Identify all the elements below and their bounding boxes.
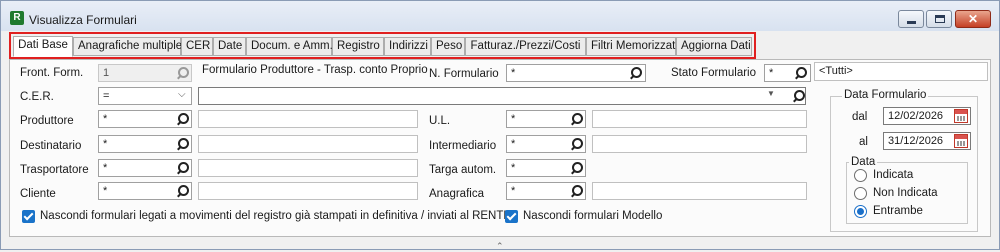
app-window: R Visualizza Formulari ✕ Dati Base Anagr… bbox=[0, 0, 1000, 252]
radio-non-indicata[interactable] bbox=[854, 187, 867, 200]
trasportatore-description bbox=[198, 159, 418, 177]
search-icon[interactable] bbox=[569, 112, 583, 126]
title-bar[interactable]: R Visualizza Formulari ✕ bbox=[1, 1, 999, 31]
search-icon[interactable] bbox=[175, 112, 189, 126]
chevron-down-icon: ⌵ bbox=[178, 89, 186, 100]
cliente-label: Cliente bbox=[20, 188, 56, 200]
window-title: Visualizza Formulari bbox=[29, 13, 137, 27]
radio-non-indicata-label[interactable]: Non Indicata bbox=[873, 187, 938, 199]
tab-registro[interactable]: Registro bbox=[332, 37, 384, 56]
search-icon[interactable] bbox=[569, 137, 583, 151]
search-icon[interactable] bbox=[175, 137, 189, 151]
radio-entrambe-label[interactable]: Entrambe bbox=[873, 205, 923, 217]
targa-label: Targa autom. bbox=[429, 164, 497, 176]
dal-label: dal bbox=[852, 111, 868, 123]
tab-filtri-memorizzati[interactable]: Filtri Memorizzati bbox=[586, 37, 678, 56]
tab-docum-amm[interactable]: Docum. e Amm. bbox=[246, 37, 333, 56]
front-form-label: Front. Form. bbox=[20, 67, 84, 79]
search-icon[interactable] bbox=[175, 161, 189, 175]
search-icon[interactable] bbox=[175, 184, 189, 198]
tab-aggiorna-dati[interactable]: Aggiorna Dati bbox=[676, 37, 752, 56]
ul-label: U.L. bbox=[429, 115, 451, 127]
n-formulario-label: N. Formulario bbox=[429, 68, 499, 80]
maximize-button[interactable] bbox=[926, 10, 952, 28]
hide-modello-label[interactable]: Nascondi formulari Modello bbox=[523, 210, 662, 222]
al-label: al bbox=[859, 136, 868, 148]
app-logo-icon: R bbox=[10, 11, 24, 25]
maximize-icon bbox=[935, 15, 945, 23]
radio-indicata[interactable] bbox=[854, 169, 867, 182]
tab-bar: Dati Base Anagrafiche multiple CER Date … bbox=[9, 32, 756, 59]
produttore-description bbox=[198, 110, 418, 128]
anagrafica-label: Anagrafica bbox=[429, 188, 484, 200]
search-icon[interactable] bbox=[569, 184, 583, 198]
tab-dati-base[interactable]: Dati Base bbox=[13, 36, 73, 57]
search-icon[interactable] bbox=[628, 66, 642, 80]
destinatario-description bbox=[198, 135, 418, 153]
data-group-title: Data bbox=[849, 156, 878, 168]
minimize-button[interactable] bbox=[898, 10, 924, 28]
hide-rentri-checkbox[interactable] bbox=[22, 210, 35, 223]
anagrafica-description bbox=[592, 182, 807, 200]
tab-date[interactable]: Date bbox=[213, 37, 246, 56]
tab-indirizzi[interactable]: Indirizzi bbox=[384, 37, 431, 56]
stato-formulario-label: Stato Formulario bbox=[671, 67, 757, 79]
radio-entrambe[interactable] bbox=[854, 205, 867, 218]
ul-description bbox=[592, 110, 807, 128]
tab-anagrafiche-multiple[interactable]: Anagrafiche multiple bbox=[73, 37, 182, 56]
stato-formulario-description: <Tutti> bbox=[814, 62, 988, 81]
dropdown-arrow-icon[interactable]: ▼ bbox=[767, 89, 775, 98]
search-icon bbox=[175, 66, 189, 80]
cliente-description bbox=[198, 182, 418, 200]
cer-label: C.E.R. bbox=[20, 91, 54, 103]
trasportatore-label: Trasportatore bbox=[20, 164, 89, 176]
produttore-label: Produttore bbox=[20, 115, 74, 127]
hide-modello-checkbox[interactable] bbox=[505, 210, 518, 223]
front-form-description: Formulario Produttore - Trasp. conto Pro… bbox=[202, 64, 428, 76]
hide-rentri-label[interactable]: Nascondi formulari legati a movimenti de… bbox=[40, 210, 515, 222]
calendar-icon[interactable] bbox=[954, 109, 968, 123]
search-icon[interactable] bbox=[793, 66, 807, 80]
tab-peso[interactable]: Peso bbox=[431, 37, 465, 56]
tab-cer[interactable]: CER bbox=[181, 37, 213, 56]
close-icon: ✕ bbox=[968, 12, 979, 26]
calendar-icon[interactable] bbox=[954, 134, 968, 148]
n-formulario-field[interactable]: * bbox=[506, 64, 646, 82]
data-formulario-title: Data Formulario bbox=[842, 89, 929, 101]
minimize-icon bbox=[907, 21, 916, 24]
search-icon[interactable] bbox=[569, 161, 583, 175]
close-button[interactable]: ✕ bbox=[955, 10, 991, 28]
intermediario-description bbox=[592, 135, 807, 153]
destinatario-label: Destinatario bbox=[20, 140, 82, 152]
radio-indicata-label[interactable]: Indicata bbox=[873, 169, 913, 181]
search-icon[interactable] bbox=[791, 89, 805, 103]
intermediario-label: Intermediario bbox=[429, 140, 497, 152]
cer-code-combobox[interactable] bbox=[198, 87, 806, 105]
collapse-grip-icon[interactable]: ⌃ bbox=[496, 241, 504, 252]
filter-panel: Front. Form. 1 Formulario Produttore - T… bbox=[9, 59, 991, 237]
tab-fatturaz-prezzi-costi[interactable]: Fatturaz./Prezzi/Costi bbox=[465, 37, 586, 56]
